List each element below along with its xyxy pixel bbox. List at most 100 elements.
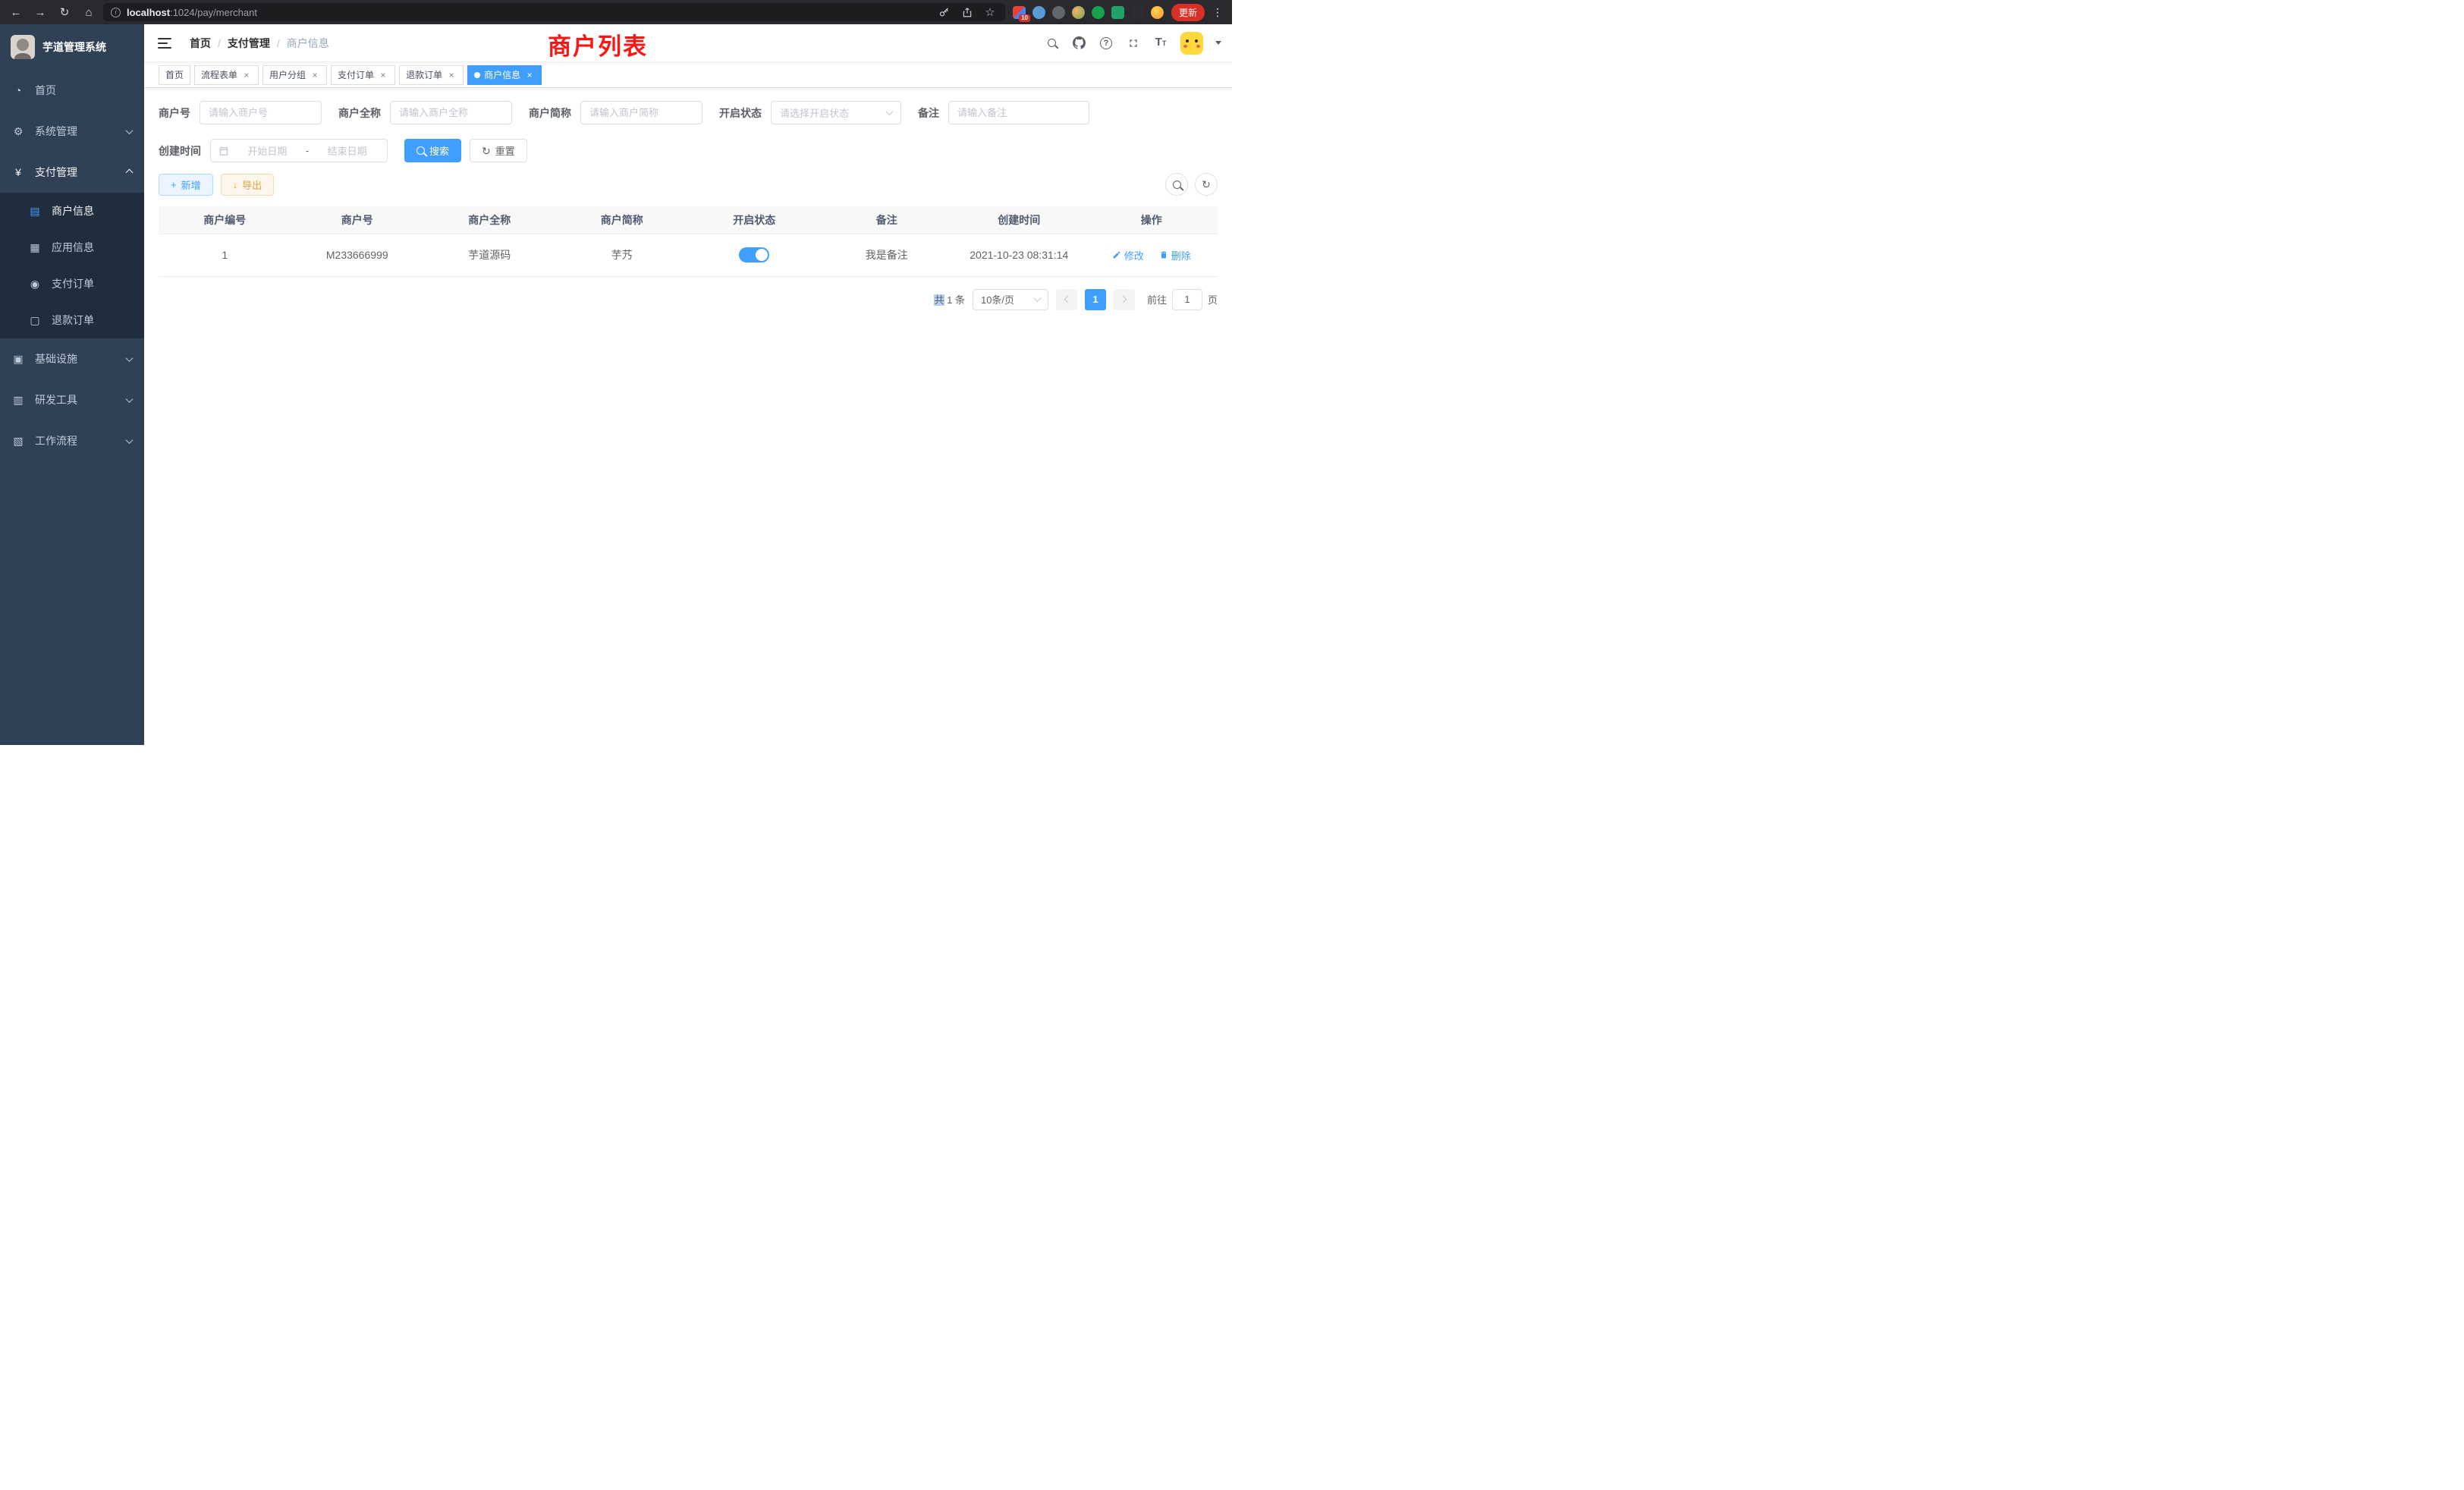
next-page-button[interactable] [1114, 289, 1135, 310]
breadcrumb-payment[interactable]: 支付管理 [228, 36, 270, 51]
extension-icon-7[interactable] [1131, 6, 1144, 19]
page-number-current[interactable]: 1 [1085, 289, 1106, 310]
extension-icon-2[interactable] [1032, 6, 1045, 19]
reset-button[interactable]: ↻ 重置 [470, 139, 527, 162]
toolbox-icon: ▥ [12, 394, 24, 407]
export-button-label: 导出 [242, 178, 262, 192]
extension-icon-5[interactable] [1092, 6, 1105, 19]
extension-icon-6[interactable] [1111, 6, 1124, 19]
show-search-toggle-button[interactable] [1165, 173, 1188, 196]
delete-link-label: 删除 [1171, 248, 1191, 262]
tag-pay-order[interactable]: 支付订单 × [331, 65, 395, 85]
logo[interactable]: 芋道管理系统 [0, 24, 144, 70]
tag-merchant-info[interactable]: 商户信息 × [467, 65, 542, 85]
search-icon[interactable] [1044, 36, 1059, 51]
tag-close-icon[interactable]: × [524, 70, 535, 80]
sidebar-item-pay-order[interactable]: ◉ 支付订单 [0, 266, 144, 302]
font-size-icon[interactable]: TT [1153, 36, 1168, 51]
remark-input[interactable] [948, 101, 1089, 124]
sidebar-item-label: 研发工具 [35, 392, 127, 407]
tag-user-group[interactable]: 用户分组 × [262, 65, 327, 85]
cell-remark: 我是备注 [821, 234, 954, 276]
browser-refresh-icon[interactable]: ↻ [55, 3, 74, 21]
avatar-caret-icon[interactable] [1215, 41, 1221, 45]
tag-label: 退款订单 [406, 68, 442, 81]
tag-label: 用户分组 [269, 68, 306, 81]
browser-menu-icon[interactable]: ⋮ [1209, 6, 1226, 19]
browser-back-icon[interactable]: ← [6, 3, 26, 21]
sidebar-item-label: 基础设施 [35, 351, 127, 366]
search-button[interactable]: 搜索 [404, 139, 461, 162]
status-toggle[interactable] [739, 247, 769, 262]
prev-page-button[interactable] [1056, 289, 1077, 310]
breadcrumb-separator: / [277, 37, 280, 49]
user-avatar[interactable] [1180, 32, 1203, 55]
fullscreen-icon[interactable] [1126, 36, 1141, 51]
tag-close-icon[interactable]: × [378, 70, 388, 80]
address-bar[interactable]: i localhost:1024/pay/merchant ☆ [103, 3, 1005, 21]
url-text[interactable]: localhost:1024/pay/merchant [127, 7, 931, 18]
help-icon[interactable]: ? [1098, 36, 1114, 51]
search-button-label: 搜索 [429, 143, 449, 158]
page-size-select[interactable]: 10条/页 [973, 289, 1048, 310]
sidebar-item-refund-order[interactable]: ▢ 退款订单 [0, 302, 144, 338]
sidebar-item-payment[interactable]: ¥ 支付管理 [0, 152, 144, 193]
sidebar-item-system[interactable]: ⚙ 系统管理 [0, 111, 144, 152]
pencil-icon [1112, 250, 1121, 259]
sidebar-item-infrastructure[interactable]: ▣ 基础设施 [0, 338, 144, 379]
sidebar-item-dev-tools[interactable]: ▥ 研发工具 [0, 379, 144, 420]
status-select[interactable]: 请选择开启状态 [771, 101, 901, 124]
calendar-icon [218, 146, 229, 156]
password-key-icon[interactable] [937, 5, 952, 20]
create-time-range-picker[interactable]: 开始日期 - 结束日期 [210, 139, 388, 162]
goto-page-input[interactable] [1172, 289, 1202, 310]
github-icon[interactable] [1071, 36, 1086, 51]
url-host: localhost [127, 7, 170, 18]
dashboard-icon: ◔ [12, 84, 24, 96]
short-name-input[interactable] [580, 101, 702, 124]
sidebar-item-merchant-info[interactable]: ▤ 商户信息 [0, 193, 144, 229]
sidebar-item-label: 系统管理 [35, 124, 127, 139]
refresh-table-button[interactable]: ↻ [1195, 173, 1218, 196]
trash-icon [1159, 250, 1168, 259]
tag-home[interactable]: 首页 [159, 65, 190, 85]
merchant-table: 商户编号 商户号 商户全称 商户简称 开启状态 备注 创建时间 操作 1 [159, 206, 1218, 277]
sidebar-item-workflow[interactable]: ▧ 工作流程 [0, 420, 144, 461]
tag-close-icon[interactable]: × [241, 70, 252, 80]
sidebar-toggle-icon[interactable] [158, 38, 171, 49]
browser-forward-icon[interactable]: → [30, 3, 50, 21]
tag-close-icon[interactable]: × [446, 70, 457, 80]
browser-update-button[interactable]: 更新 [1171, 4, 1205, 21]
col-actions: 操作 [1086, 206, 1218, 234]
delete-link[interactable]: 删除 [1159, 248, 1191, 262]
extension-icon-3[interactable] [1052, 6, 1065, 19]
breadcrumb-home[interactable]: 首页 [190, 36, 211, 51]
browser-chrome: ← → ↻ ⌂ i localhost:1024/pay/merchant ☆ … [0, 0, 1232, 24]
tag-process-form[interactable]: 流程表单 × [194, 65, 259, 85]
merchant-no-input[interactable] [200, 101, 322, 124]
site-info-icon[interactable]: i [111, 8, 121, 17]
extension-icon-8[interactable] [1151, 6, 1164, 19]
sidebar: 芋道管理系统 ◔ 首页 ⚙ 系统管理 ¥ 支付管理 [0, 24, 144, 745]
page-size-value: 10条/页 [981, 292, 1035, 306]
sidebar-item-label: 退款订单 [52, 313, 132, 328]
tag-refund-order[interactable]: 退款订单 × [399, 65, 464, 85]
cell-full-name: 芋道源码 [423, 234, 556, 276]
page-unit-label: 页 [1208, 292, 1218, 306]
chevron-up-icon [126, 168, 134, 176]
add-button[interactable]: + 新增 [159, 174, 213, 196]
tag-close-icon[interactable]: × [310, 70, 320, 80]
tag-label: 首页 [165, 68, 184, 81]
edit-link[interactable]: 修改 [1112, 248, 1144, 262]
sidebar-item-app-info[interactable]: ▦ 应用信息 [0, 229, 144, 266]
export-button[interactable]: ↓ 导出 [221, 174, 275, 196]
extension-icon-1[interactable]: 10 [1013, 6, 1026, 19]
share-icon[interactable] [960, 5, 975, 20]
bookmark-star-icon[interactable]: ☆ [982, 5, 998, 20]
extension-icon-4[interactable] [1072, 6, 1085, 19]
browser-home-icon[interactable]: ⌂ [79, 3, 99, 21]
col-status: 开启状态 [688, 206, 821, 234]
full-name-input[interactable] [390, 101, 512, 124]
pagination: 共 1 条 10条/页 1 前往 页 [159, 289, 1218, 310]
sidebar-item-home[interactable]: ◔ 首页 [0, 70, 144, 111]
